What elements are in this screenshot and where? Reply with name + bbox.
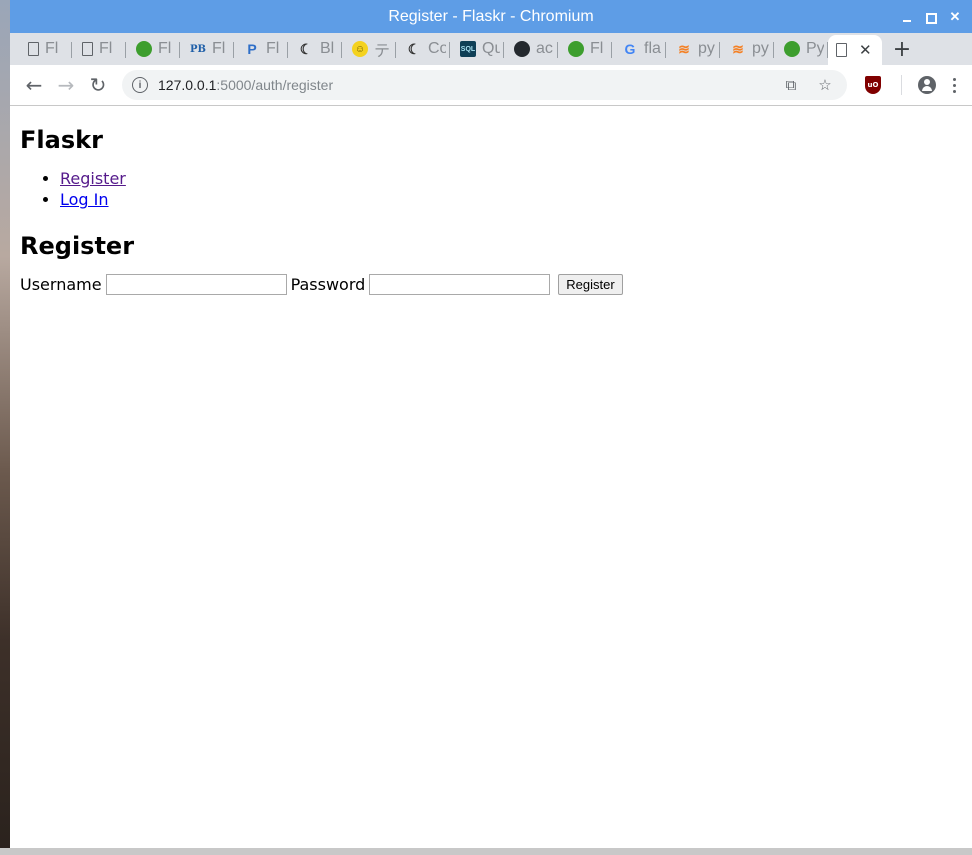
taskbar-edge [0,848,972,855]
window-title: Register - Flaskr - Chromium [388,7,594,25]
forward-arrow-icon[interactable]: → [50,69,82,101]
tab-active[interactable]: ✕ [828,35,882,65]
tab-label: ac [536,40,553,57]
url-path: :5000/auth/register [216,77,334,93]
tab-8[interactable]: ☾ Co [396,33,450,65]
nav-item-login: Log In [60,189,962,210]
page-heading: Register [20,232,135,260]
back-arrow-icon[interactable]: ← [18,69,50,101]
tab-label: Fl [45,40,59,57]
site-title: Flaskr [20,126,103,154]
tab-9[interactable]: SQL Qu [450,33,504,65]
document-icon [836,43,847,57]
moon-icon: ☾ [407,40,421,57]
close-window-button[interactable]: ✕ [948,9,962,24]
tab-strip: Fl Fl Fl PB Fl P Fl ☾ Bl ☺ テ ☾ Co SQL Qu ac Fl… [10,33,972,65]
tab-7[interactable]: ☺ テ [342,33,396,65]
tab-6[interactable]: ☾ Bl [288,33,342,65]
minimize-button[interactable] [900,10,914,24]
register-button[interactable]: Register [558,274,623,295]
tab-2[interactable]: Fl [72,33,126,65]
kebab-menu-icon[interactable] [944,77,964,93]
tab-label: Fl [99,40,113,57]
ublock-extension-icon[interactable]: uO [865,76,881,94]
tab-label: Fl [158,40,172,57]
title-bar: Register - Flaskr - Chromium ✕ [10,0,972,33]
profile-avatar-icon[interactable] [918,76,936,94]
tab-label: Qu [482,40,500,57]
nav-item-register: Register [60,168,962,189]
password-input[interactable] [369,274,551,295]
moon-icon: ☾ [299,40,313,57]
address-bar[interactable]: i 127.0.0.1:5000/auth/register ⧉ ☆ [122,70,847,100]
tab-label: Py [806,40,824,57]
reload-icon[interactable]: ↻ [82,69,114,101]
url-host: 127.0.0.1 [158,77,217,93]
tab-10[interactable]: ac [504,33,558,65]
maximize-button[interactable] [924,10,938,24]
tab-3[interactable]: Fl [126,33,180,65]
register-form: Username Password Register [20,274,962,295]
username-label: Username [20,275,102,294]
login-link[interactable]: Log In [60,190,109,209]
password-label: Password [290,275,366,294]
document-icon [28,42,39,56]
github-icon [514,41,530,57]
tab-label: Co [428,40,446,57]
stackoverflow-icon: ≋ [732,40,744,57]
tab-1[interactable]: Fl [18,33,72,65]
stackoverflow-icon: ≋ [678,40,690,57]
p-icon: P [247,41,257,57]
tab-label: Bl [320,40,335,57]
document-icon [82,42,93,56]
tab-label: Fl [266,40,280,57]
google-icon: G [624,41,636,57]
toolbar-separator [901,75,902,95]
tab-12[interactable]: Gfla [612,33,666,65]
tab-11[interactable]: Fl [558,33,612,65]
browser-window: Register - Flaskr - Chromium ✕ Fl Fl Fl … [10,0,972,848]
tab-label: py [698,40,715,57]
tab-label: テ [374,43,391,60]
register-link[interactable]: Register [60,169,126,188]
pb-icon: PB [190,43,206,55]
tab-14[interactable]: ≋ py [720,33,774,65]
info-icon[interactable]: i [132,77,148,93]
tab-4[interactable]: PB Fl [180,33,234,65]
username-input[interactable] [105,274,287,295]
smiley-icon: ☺ [352,41,368,57]
tab-label: fla [644,40,661,57]
translate-icon[interactable]: ⧉ [779,77,803,94]
flask-icon [568,41,584,57]
tab-label: Fl [212,40,226,57]
tab-15[interactable]: Py [774,33,828,65]
page-content: Flaskr Register Log In Register Username… [10,126,972,295]
tab-5[interactable]: P Fl [234,33,288,65]
sqlite-icon: SQL [460,41,476,57]
bookmark-star-icon[interactable]: ☆ [813,76,837,94]
browser-toolbar: ← → ↻ i 127.0.0.1:5000/auth/register ⧉ ☆… [10,65,972,106]
new-tab-button[interactable]: + [882,33,922,65]
close-tab-icon[interactable]: ✕ [859,41,872,59]
window-controls: ✕ [900,0,962,33]
nav-list: Register Log In [20,168,962,210]
flask-icon [136,41,152,57]
tab-label: Fl [590,40,604,57]
flask-icon [784,41,800,57]
tab-13[interactable]: ≋ py [666,33,720,65]
tab-label: py [752,40,769,57]
